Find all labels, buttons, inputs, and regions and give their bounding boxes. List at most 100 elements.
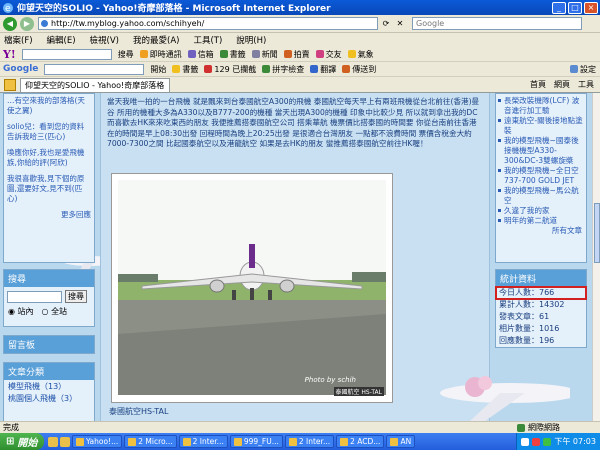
toolbar-mail[interactable]: 信箱	[187, 49, 214, 60]
yahoo-search-button[interactable]: 搜尋	[118, 49, 134, 60]
ie-icon: e	[3, 2, 13, 14]
taskbar-button[interactable]: 2 Inter...	[178, 435, 228, 448]
radio-all[interactable]: ○ 全站	[42, 306, 68, 317]
translate-button[interactable]: 翻譯	[310, 64, 336, 75]
search-box-title: 搜尋	[4, 270, 94, 287]
menu-edit[interactable]: 編輯(E)	[47, 34, 76, 46]
recent-articles-box: 長榮改裝機隊(LCF) 波音進行加工驗 遠東航空-關後接地點塗裝 我的模型飛機~…	[495, 93, 587, 263]
stat-photos: 相片數量：1016	[499, 324, 560, 333]
google-bookmarks[interactable]: 書籤	[172, 64, 198, 75]
popup-blocked[interactable]: 129 已攔截	[204, 64, 256, 75]
taskbar: ⊞ 開始 Yahoo!... 2 Micro... 2 Inter... 999_…	[0, 433, 600, 450]
guestbook-box: 留言板	[3, 335, 95, 354]
taskbar-button[interactable]: AN	[386, 435, 416, 448]
tab-current[interactable]: 仰望天空的SOLIO - Yahoo!奇摩部落格	[20, 77, 170, 92]
blog-search-input[interactable]	[7, 290, 62, 303]
comment-link[interactable]: …有空來我的部落格(天使之翼)	[7, 96, 91, 116]
google-search-input[interactable]: Google	[412, 17, 582, 30]
guestbook-link[interactable]: 留言板	[4, 336, 94, 353]
favorites-star-icon[interactable]	[4, 78, 16, 91]
google-toolbar: Google 開始 書籤 129 已攔截 拼字檢查 翻譯 傳送到 設定	[0, 62, 600, 77]
photo-watermark: 泰國航空 HS-TAL	[333, 387, 384, 396]
svg-text:e: e	[5, 4, 11, 14]
refresh-icon[interactable]: ⟳	[380, 18, 392, 30]
article-link[interactable]: 久違了我的家	[496, 206, 586, 216]
menu-tools[interactable]: 工具(T)	[193, 34, 222, 46]
article-link[interactable]: 長榮改裝機隊(LCF) 波音進行加工驗	[496, 96, 586, 116]
all-articles-link[interactable]: 所有文章	[496, 226, 586, 236]
maximize-button[interactable]: □	[568, 1, 582, 14]
google-start-button[interactable]: 開始	[150, 64, 166, 75]
category-box: 文章分類 模型飛機（13） 桃園個人飛機（3）	[3, 362, 95, 421]
article-link[interactable]: 遠東航空-關後接地點塗裝	[496, 116, 586, 136]
send-to-button[interactable]: 傳送到	[342, 64, 376, 75]
article-text: 當天我唯一拍的一台飛機 就是飄來到台泰國航空A300的飛機 泰國航空每天早上有兩…	[107, 97, 480, 149]
recent-comments-box: …有空來我的部落格(天使之翼) solio兒：看到您的資料告訴我哈三(匹心) 喚…	[3, 93, 95, 263]
airplane-photo	[118, 180, 386, 395]
toolbar-auction[interactable]: 拍賣	[283, 49, 310, 60]
forward-button[interactable]: ▶	[20, 16, 34, 31]
google-toolbar-input[interactable]	[44, 63, 145, 75]
photo-caption: 泰國航空HS-TAL	[109, 407, 169, 416]
start-button[interactable]: ⊞ 開始	[0, 433, 44, 450]
taskbar-button[interactable]: 2 Micro...	[124, 435, 177, 448]
page-scrollbar[interactable]	[592, 93, 600, 421]
radio-site[interactable]: ◉ 站內	[8, 306, 34, 317]
menu-help[interactable]: 說明(H)	[236, 34, 266, 46]
article-link[interactable]: 我的模型飛機~國泰後接機機型A330-300&DC-3雙螺旋槳	[496, 136, 586, 166]
tray-icon[interactable]	[521, 437, 530, 446]
window-titlebar: e 仰望天空的SOLIO - Yahoo!奇摩部落格 - Microsoft I…	[0, 0, 600, 15]
comment-link[interactable]: 我很喜歡我,見下個的原圖,還要好文,見不到(匹心)	[7, 174, 91, 204]
toolbar-weather[interactable]: 氣象	[347, 49, 374, 60]
taskbar-button[interactable]: Yahoo!...	[72, 435, 123, 448]
toolbar-dating[interactable]: 交友	[315, 49, 342, 60]
yahoo-logo[interactable]: Y!	[3, 48, 16, 61]
menu-file[interactable]: 檔案(F)	[4, 34, 33, 46]
category-item[interactable]: 模型飛機（13）	[4, 380, 94, 394]
more-comments-link[interactable]: 更多回應	[7, 210, 91, 220]
search-box: 搜尋 搜尋 ◉ 站內 ○ 全站	[3, 269, 95, 327]
comment-link[interactable]: solio兒：看到您的資料告訴我哈三(匹心)	[7, 122, 91, 142]
category-item[interactable]: 桃園個人飛機（3）	[4, 394, 94, 404]
globe-icon	[517, 423, 525, 432]
taskbar-button[interactable]: 2 ACD...	[336, 435, 385, 448]
close-button[interactable]: ×	[584, 1, 598, 14]
article-photo[interactable]: Photo by schih 泰國航空 HS-TAL	[111, 173, 393, 403]
article-link[interactable]: 明年的第二航道	[496, 216, 586, 226]
home-button[interactable]: 首頁	[530, 79, 546, 90]
yahoo-search-input[interactable]	[21, 48, 112, 60]
taskbar-button[interactable]: 999_FU...	[229, 435, 283, 448]
security-zone: 網際網路	[517, 422, 560, 433]
toolbar-bookmarks[interactable]: 書籤	[219, 49, 246, 60]
google-logo[interactable]: Google	[3, 64, 38, 74]
google-settings[interactable]: 設定	[570, 64, 596, 75]
stat-posts: 發表文章：61	[499, 312, 550, 321]
page-content: …有空來我的部落格(天使之翼) solio兒：看到您的資料告訴我哈三(匹心) 喚…	[0, 93, 592, 421]
quicklaunch-icon[interactable]	[60, 436, 70, 447]
menu-view[interactable]: 檢視(V)	[90, 34, 119, 46]
quick-launch	[48, 436, 70, 447]
blog-search-button[interactable]: 搜尋	[65, 290, 87, 303]
comment-link[interactable]: 喚應你好,我也是愛飛機族,你給的評(阿欣)	[7, 148, 91, 168]
tools-menu[interactable]: 工具	[578, 79, 594, 90]
menu-favorites[interactable]: 我的最愛(A)	[133, 34, 179, 46]
tray-icon[interactable]	[543, 437, 552, 446]
tray-icon[interactable]	[532, 437, 541, 446]
toolbar-messenger[interactable]: 即時通訊	[139, 49, 182, 60]
menu-bar: 檔案(F) 編輯(E) 檢視(V) 我的最愛(A) 工具(T) 說明(H)	[0, 33, 600, 47]
clock: 下午 07:03	[554, 437, 596, 446]
back-button[interactable]: ◀	[3, 16, 17, 31]
spellcheck-button[interactable]: 拼字檢查	[262, 64, 304, 75]
stats-box: 統計資料 今日人數：766 累計人數：14302 發表文章：61 相片數量：10…	[495, 269, 587, 348]
scrollbar-thumb[interactable]	[594, 203, 600, 263]
toolbar-news[interactable]: 新聞	[251, 49, 278, 60]
address-input[interactable]: http://tw.myblog.yahoo.com/schihyeh/	[38, 17, 378, 30]
stat-comments: 回應數量：196	[499, 336, 555, 345]
article-link[interactable]: 我的模型飛機~全日空737-700 GOLD JET	[496, 166, 586, 186]
page-menu[interactable]: 網頁	[554, 79, 570, 90]
quicklaunch-icon[interactable]	[48, 436, 58, 447]
stop-icon[interactable]: ✕	[394, 18, 406, 30]
taskbar-button[interactable]: 2 Inter...	[284, 435, 335, 448]
minimize-button[interactable]: _	[552, 1, 566, 14]
article-link[interactable]: 我的模型飛機~馬公航空	[496, 186, 586, 206]
